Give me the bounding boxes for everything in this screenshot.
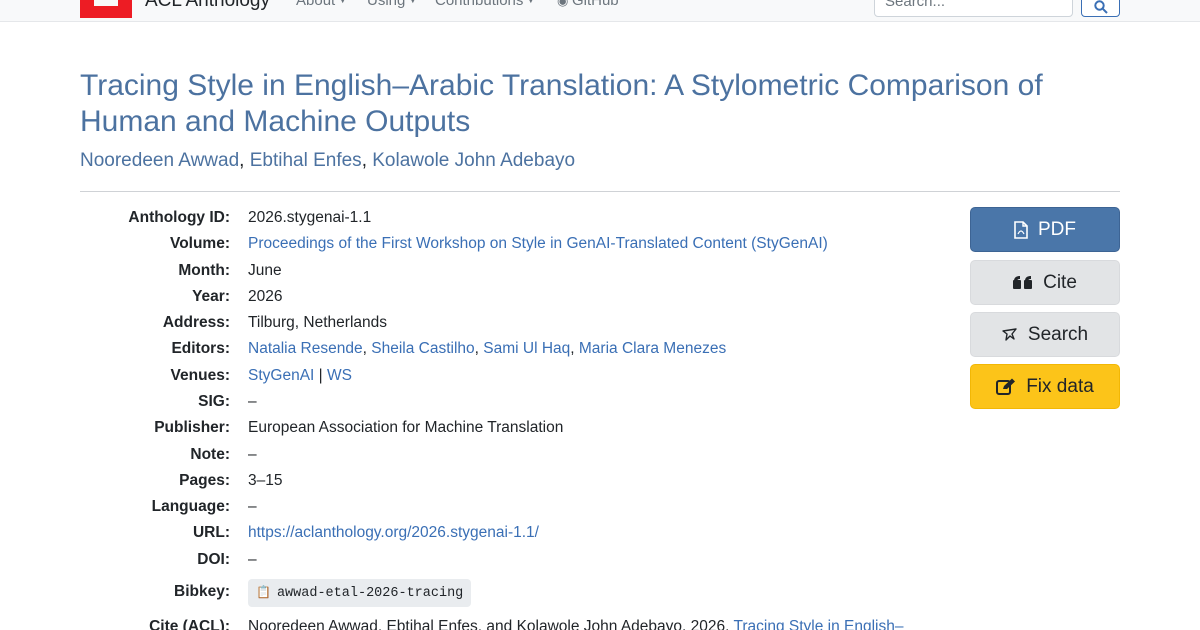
meta-address: Address: Tilburg, Netherlands	[162, 314, 387, 331]
divider	[80, 191, 1120, 192]
meta-anthology-id: Anthology ID: 2026.stygenai-1.1	[128, 209, 372, 226]
cite-button[interactable]: Cite	[970, 260, 1120, 305]
meta-url: URL: https://aclanthology.org/2026.styge…	[192, 524, 539, 541]
editor-link[interactable]: Natalia Resende	[248, 340, 363, 357]
meta-sig: SIG: –	[198, 393, 257, 410]
paper-title[interactable]: Tracing Style in English–Arabic Translat…	[80, 68, 1080, 140]
meta-venues: Venues: StyGenAI | WS	[170, 367, 352, 384]
search-input[interactable]	[874, 0, 1073, 17]
chevron-down-icon: ▼	[338, 0, 348, 5]
volume-link[interactable]: Proceedings of the First Workshop on Sty…	[248, 235, 828, 252]
venue-link[interactable]: WS	[327, 367, 352, 384]
nav-about[interactable]: About ▼	[296, 0, 347, 9]
search-paper-button[interactable]: Search	[970, 312, 1120, 357]
chevron-down-icon: ▼	[526, 0, 536, 5]
cite-title-link[interactable]: Tracing Style in English–	[733, 618, 903, 630]
search-button[interactable]	[1081, 0, 1120, 17]
github-icon: ◉	[557, 0, 572, 8]
brand-name[interactable]: ACL Anthology	[145, 0, 270, 12]
nav-using[interactable]: Using ▼	[367, 0, 417, 9]
meta-pages: Pages: 3–15	[179, 472, 283, 489]
meta-editors: Editors: Natalia Resende, Sheila Castilh…	[171, 340, 727, 357]
acl-logo[interactable]	[80, 0, 132, 18]
edit-icon	[996, 378, 1016, 396]
meta-volume: Volume: Proceedings of the First Worksho…	[170, 235, 828, 252]
file-pdf-icon	[1014, 220, 1028, 239]
meta-doi: DOI: –	[197, 551, 257, 568]
author-link[interactable]: Kolawole John Adebayo	[372, 150, 575, 171]
magnifier-icon	[1094, 0, 1108, 14]
meta-month: Month: June	[178, 262, 282, 279]
quote-icon	[1013, 275, 1033, 291]
venue-link[interactable]: StyGenAI	[248, 367, 314, 384]
clipboard-icon: 📋	[256, 585, 271, 599]
nav-contributions[interactable]: Contributions ▼	[435, 0, 535, 9]
pdf-button[interactable]: PDF	[970, 207, 1120, 252]
fix-data-button[interactable]: Fix data	[970, 364, 1120, 409]
author-link[interactable]: Ebtihal Enfes	[250, 150, 362, 171]
top-navbar: ACL Anthology About ▼ Using ▼ Contribution…	[0, 0, 1200, 22]
url-link[interactable]: https://aclanthology.org/2026.stygenai-1…	[248, 524, 539, 541]
author-list: Nooredeen Awwad, Ebtihal Enfes, Kolawole…	[80, 150, 576, 171]
editor-link[interactable]: Sheila Castilho	[371, 340, 474, 357]
meta-year: Year: 2026	[192, 288, 283, 305]
bibkey-copy-button[interactable]: 📋 awwad-etal-2026-tracing	[248, 579, 472, 607]
meta-publisher: Publisher: European Association for Mach…	[154, 419, 564, 436]
meta-language: Language: –	[151, 498, 257, 515]
meta-cite-acl: Cite (ACL): Nooredeen Awwad, Ebtihal Enf…	[80, 618, 940, 630]
author-link[interactable]: Nooredeen Awwad	[80, 150, 239, 171]
search-icon	[1002, 327, 1018, 342]
editor-link[interactable]: Maria Clara Menezes	[579, 340, 726, 357]
nav-github[interactable]: ◉ GitHub	[557, 0, 619, 9]
meta-note: Note: –	[190, 446, 257, 463]
editor-link[interactable]: Sami Ul Haq	[483, 340, 570, 357]
chevron-down-icon: ▼	[408, 0, 418, 5]
meta-bibkey: Bibkey: 📋 awwad-etal-2026-tracing	[80, 579, 940, 615]
